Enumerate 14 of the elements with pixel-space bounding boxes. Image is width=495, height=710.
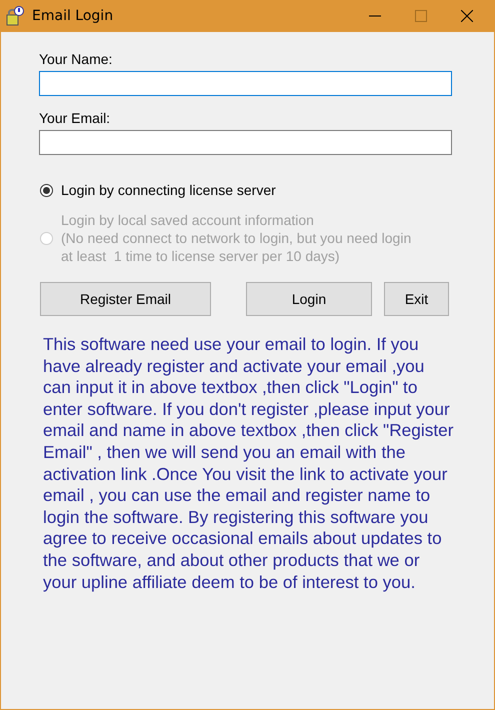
dialog-button[interactable]: Exit	[384, 282, 449, 316]
radio-button[interactable]	[40, 184, 53, 196]
input-field[interactable]	[39, 130, 452, 155]
radio-label: Login by connecting license server	[61, 181, 276, 199]
input-field[interactable]	[39, 71, 452, 96]
dialog-button[interactable]: Register Email	[40, 282, 211, 316]
field-label: Your Name:	[39, 51, 114, 67]
window-title: Email Login	[32, 8, 114, 24]
info-text: This software need use your email to login. If you have already register and activate your email ,you can input it in above textbox ,then click "Login" to enter software. If you don't register ,please input your email and name in above textbox ,then click "Register Email" , then we will send you an email with the activation link .Once You visit the link to activate your email , you can use the email and register name to login the software. By registering this software you agree to receive occasional emails about updates to the software, and about other products that we or your upline affiliate deem to be of interest to you.	[43, 334, 455, 594]
close-icon[interactable]	[461, 10, 473, 22]
dialog-button[interactable]: Login	[246, 282, 372, 316]
radio-label: Login by local saved account information (No need connect to network to login, but you need login at least 1 time to license server per 10 days)	[61, 211, 412, 265]
lock-icon	[6, 6, 24, 26]
field-label: Your Email:	[39, 110, 112, 126]
